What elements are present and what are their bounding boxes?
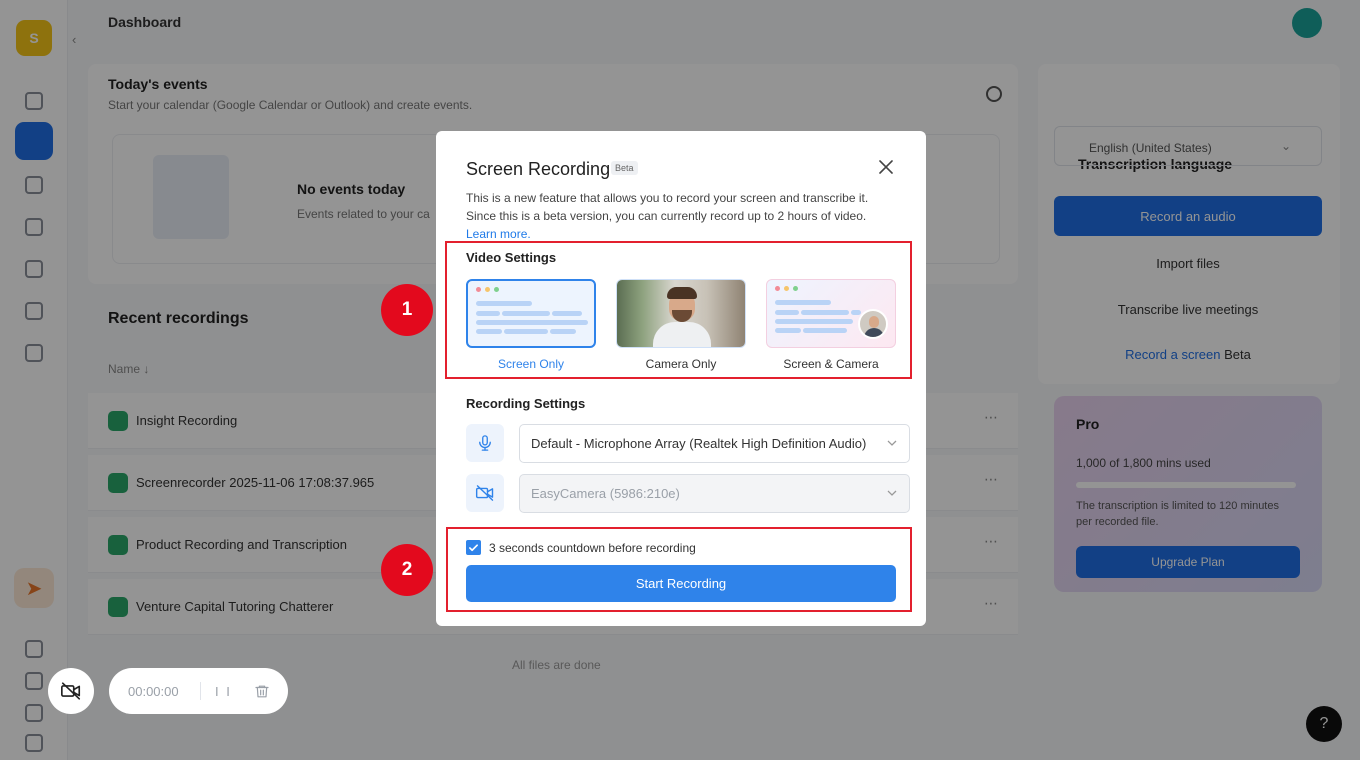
close-button[interactable] xyxy=(877,158,895,176)
microphone-select[interactable]: Default - Microphone Array (Realtek High… xyxy=(519,424,910,463)
camera-select-value: EasyCamera (5986:210e) xyxy=(531,486,680,501)
microphone-select-value: Default - Microphone Array (Realtek High… xyxy=(531,436,867,451)
chevron-down-icon xyxy=(887,490,897,496)
close-icon xyxy=(879,160,893,174)
annotation-badge-2: 2 xyxy=(381,544,433,596)
microphone-icon-box xyxy=(466,424,504,462)
recording-timer: 00:00:00 xyxy=(128,683,179,699)
camera-icon-box xyxy=(466,474,504,512)
pause-icon[interactable]: I I xyxy=(215,684,232,699)
beta-badge: Beta xyxy=(611,161,638,175)
chevron-down-icon xyxy=(887,440,897,446)
camera-toggle-button[interactable] xyxy=(48,668,94,714)
annotation-box-start xyxy=(446,527,912,612)
trash-icon[interactable] xyxy=(254,683,270,700)
dialog-description: This is a new feature that allows you to… xyxy=(466,189,891,243)
dialog-title: Screen Recording xyxy=(466,159,611,179)
learn-more-link[interactable]: Learn more. xyxy=(466,227,531,241)
microphone-icon xyxy=(479,435,491,451)
annotation-badge-1: 1 xyxy=(381,284,433,336)
recording-settings-label: Recording Settings xyxy=(466,396,586,411)
description-text: This is a new feature that allows you to… xyxy=(466,191,869,223)
camera-select: EasyCamera (5986:210e) xyxy=(519,474,910,513)
divider xyxy=(200,682,201,700)
camera-off-icon xyxy=(475,485,494,501)
recorder-controls: 00:00:00 I I xyxy=(109,668,288,714)
camera-off-icon xyxy=(61,682,81,700)
annotation-box-video-settings xyxy=(445,241,912,379)
